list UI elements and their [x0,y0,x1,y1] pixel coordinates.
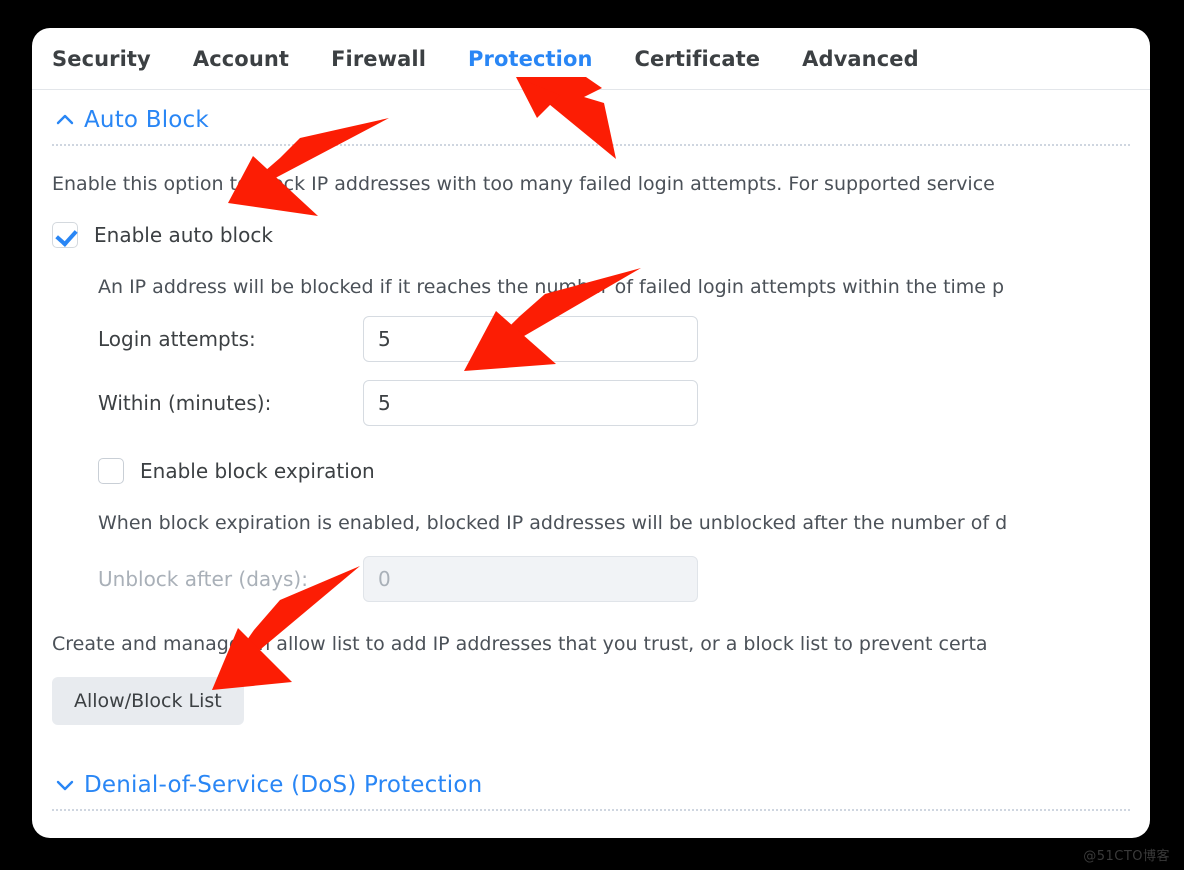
allow-block-list-button[interactable]: Allow/Block List [52,677,244,726]
enable-block-expiration-checkbox[interactable] [98,457,124,484]
screen-root: Security Account Firewall Protection Cer… [0,0,1184,870]
unblock-after-input[interactable] [363,555,698,602]
unblock-after-row: Unblock after (days): [98,555,1130,602]
login-attempts-row: Login attempts: [98,315,1130,362]
section-title-auto-block: Auto Block [84,107,209,133]
section-title-dos: Denial-of-Service (DoS) Protection [84,772,483,799]
login-attempts-label: Login attempts: [98,326,256,351]
tab-certificate[interactable]: Certificate [635,47,761,71]
section-divider-auto-block [52,144,1130,146]
enable-block-expiration-row[interactable]: Enable block expiration [98,457,1130,484]
allow-block-note: Create and manage an allow list to add I… [52,632,988,655]
login-attempts-input[interactable] [363,315,698,362]
tab-advanced[interactable]: Advanced [802,47,919,71]
within-minutes-row: Within (minutes): [98,379,1130,426]
within-minutes-label: Within (minutes): [98,390,272,415]
chevron-up-icon [52,107,78,133]
chevron-down-icon [52,772,78,798]
tab-protection[interactable]: Protection [468,47,593,71]
settings-body: Auto Block Enable this option to block I… [32,90,1150,837]
tab-bar: Security Account Firewall Protection Cer… [32,28,1150,90]
enable-auto-block-row[interactable]: Enable auto block [52,221,1130,248]
tab-account[interactable]: Account [193,47,289,71]
auto-block-description: Enable this option to block IP addresses… [52,173,995,195]
watermark: @51CTO博客 [1083,849,1170,864]
active-tab-indicator [529,79,551,90]
tab-security[interactable]: Security [52,47,151,71]
enable-block-expiration-label: Enable block expiration [140,458,375,483]
enable-auto-block-label: Enable auto block [94,222,273,247]
section-divider-dos [52,809,1130,812]
auto-block-options-group: An IP address will be blocked if it reac… [52,276,1130,602]
unblock-after-label: Unblock after (days): [98,566,308,591]
within-minutes-input[interactable] [363,379,698,426]
enable-auto-block-checkbox[interactable] [52,221,78,248]
block-expiration-note: When block expiration is enabled, blocke… [98,511,1008,534]
section-header-auto-block[interactable]: Auto Block [52,90,1130,142]
settings-window: Security Account Firewall Protection Cer… [32,28,1150,838]
section-header-dos[interactable]: Denial-of-Service (DoS) Protection [52,755,1130,807]
auto-block-note: An IP address will be blocked if it reac… [98,275,1005,298]
tab-firewall[interactable]: Firewall [331,47,426,71]
